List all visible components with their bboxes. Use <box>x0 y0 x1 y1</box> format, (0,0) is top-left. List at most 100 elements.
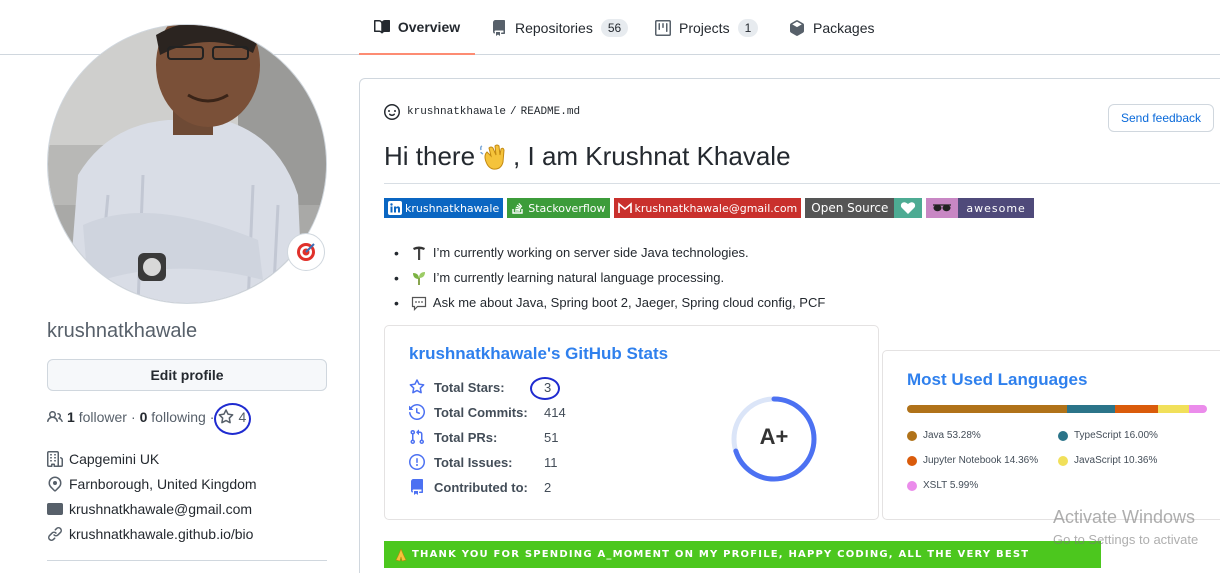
language-color-dot <box>1058 455 1068 466</box>
followers-link[interactable]: 1 follower <box>67 409 127 425</box>
grade-text: A+ <box>759 424 789 449</box>
repo-icon <box>411 479 423 495</box>
languages-progress-bar <box>907 405 1207 413</box>
tab-repositories[interactable]: Repositories 56 <box>491 0 629 55</box>
profile-company: Capgemini UK <box>47 451 159 467</box>
target-icon <box>297 243 315 261</box>
stat-contributed-to: Contributed to: 2 <box>409 479 551 495</box>
seedling-icon <box>412 271 425 285</box>
badge-open-source[interactable]: Open Source <box>805 198 923 218</box>
website-link[interactable]: krushnatkhawale.github.io/bio <box>69 526 253 542</box>
organization-icon <box>47 451 63 467</box>
language-color-dot <box>907 430 917 441</box>
hand-drawn-annotation-circle <box>530 377 560 400</box>
language-item-typescript: TypeScript 16.00% <box>1058 430 1158 441</box>
send-feedback-button[interactable]: Send feedback <box>1108 104 1214 132</box>
badge-awesome-label: awesome <box>966 201 1026 215</box>
email-link[interactable]: krushnatkhawale@gmail.com <box>69 501 252 517</box>
location-text: Farnborough, United Kingdom <box>69 476 257 492</box>
people-icon <box>47 410 63 423</box>
language-color-dot <box>1058 430 1068 441</box>
following-count: 0 <box>139 409 148 425</box>
stat-total-issues: Total Issues: 11 <box>409 454 558 470</box>
smiley-icon <box>384 104 400 120</box>
linkedin-icon <box>388 201 402 215</box>
language-bar-segment <box>1114 405 1158 413</box>
stackoverflow-icon <box>512 203 523 214</box>
thank-you-text: THANK YOU FOR SPENDING A_MOMENT ON MY PR… <box>412 549 1030 560</box>
profile-username: krushnatkhawale <box>47 320 198 342</box>
stat-value: 2 <box>544 479 552 495</box>
history-icon <box>409 404 425 420</box>
language-bar-segment <box>1066 405 1115 413</box>
mail-icon <box>47 503 63 515</box>
projects-count-badge: 1 <box>737 18 759 37</box>
readme-breadcrumb: krushnatkhawale / README.md <box>384 104 580 120</box>
badge-stackoverflow[interactable]: Stackoverflow <box>507 198 610 218</box>
location-icon <box>48 476 62 492</box>
language-bar-segment <box>907 405 1067 413</box>
stat-value: 414 <box>544 404 566 420</box>
waving-hand-icon <box>479 144 505 170</box>
company-text: Capgemini UK <box>69 451 160 467</box>
tab-overview[interactable]: Overview <box>359 0 475 55</box>
heading-text-start: Hi there <box>384 141 476 171</box>
badge-gmail-label: krushnatkhawale@gmail.com <box>634 201 798 215</box>
list-item: I’m currently working on server side Jav… <box>394 240 825 265</box>
tab-overview-label: Overview <box>397 18 461 35</box>
star-icon <box>409 379 425 394</box>
heading-divider <box>384 183 1220 184</box>
project-icon <box>655 19 671 36</box>
package-icon <box>790 19 804 36</box>
list-item: I’m currently learning natural language … <box>394 265 825 290</box>
book-icon <box>373 19 390 33</box>
profile-website[interactable]: krushnatkhawale.github.io/bio <box>47 526 253 542</box>
badge-open-source-label: Open Source <box>811 201 889 215</box>
language-bar-segment <box>1188 405 1207 413</box>
stat-total-prs: Total PRs: 51 <box>409 429 558 445</box>
gmail-icon <box>617 202 632 213</box>
hand-drawn-annotation-circle <box>214 403 251 435</box>
tab-packages[interactable]: Packages <box>789 0 874 55</box>
tab-packages-label: Packages <box>813 19 875 36</box>
profile-email[interactable]: krushnatkhawale@gmail.com <box>47 501 252 517</box>
repositories-count-badge: 56 <box>600 18 629 37</box>
stats-title: krushnatkhawale's GitHub Stats <box>409 344 669 363</box>
repo-icon <box>493 19 505 36</box>
thank-you-banner[interactable]: THANK YOU FOR SPENDING A_MOMENT ON MY PR… <box>384 541 1101 568</box>
tab-projects[interactable]: Projects 1 <box>655 0 759 55</box>
tab-repositories-label: Repositories <box>515 19 593 36</box>
profile-location: Farnborough, United Kingdom <box>47 476 257 492</box>
edit-profile-button[interactable]: Edit profile <box>47 359 327 391</box>
status-emoji-button[interactable] <box>287 233 325 271</box>
language-color-dot <box>907 480 917 491</box>
language-color-dot <box>907 455 917 466</box>
readme-bullet-list: I’m currently working on server side Jav… <box>394 240 825 315</box>
badge-gmail[interactable]: krushnatkhawale@gmail.com <box>613 198 802 218</box>
stat-total-commits: Total Commits: 414 <box>409 404 566 420</box>
badge-linkedin[interactable]: krushnatkhawale <box>384 198 504 218</box>
badge-awesome[interactable]: awesome <box>926 198 1034 218</box>
issue-icon <box>409 454 425 470</box>
windows-activation-watermark: Activate Windows Go to Settings to activ… <box>1053 507 1199 547</box>
language-item-jupyter: Jupyter Notebook 14.36% <box>907 455 1038 466</box>
following-label: following <box>151 409 206 425</box>
followers-label: follower <box>78 409 127 425</box>
sunglasses-icon <box>933 204 952 212</box>
stat-value: 51 <box>544 429 559 445</box>
badge-stackoverflow-label: Stackoverflow <box>528 201 606 215</box>
tab-projects-label: Projects <box>679 19 730 36</box>
link-icon <box>48 527 62 541</box>
folded-hands-icon <box>395 547 407 561</box>
badge-linkedin-label: krushnatkhawale <box>405 201 500 215</box>
stat-value: 11 <box>544 454 558 470</box>
following-link[interactable]: 0 following <box>140 409 206 425</box>
readme-badges: krushnatkhawale Stackoverflow krushnatkh… <box>384 198 1034 218</box>
profile-avatar[interactable] <box>47 24 327 304</box>
readme-heading: Hi there , I am Krushnat Khavale <box>384 141 791 172</box>
avatar-photo <box>48 25 326 303</box>
heart-icon <box>901 202 916 214</box>
readme-owner[interactable]: krushnatkhawale <box>407 106 506 118</box>
heading-text-end: , I am Krushnat Khavale <box>513 141 791 171</box>
languages-title: Most Used Languages <box>907 370 1088 389</box>
